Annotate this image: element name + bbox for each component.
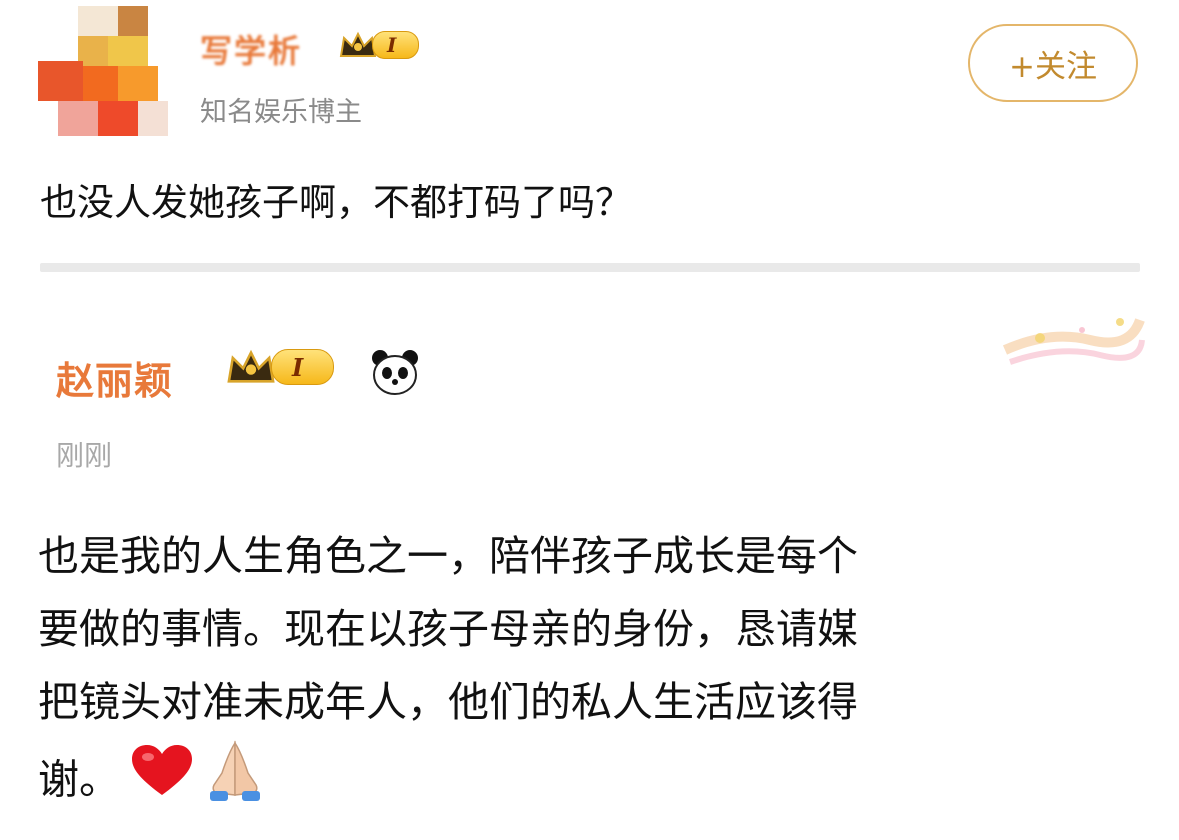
follow-button[interactable]: +关注 bbox=[968, 24, 1138, 102]
panda-icon bbox=[372, 350, 418, 395]
reply-level-badge: I bbox=[271, 349, 335, 385]
post-header: 写学析 I 知名娱乐博主 +关注 bbox=[38, 2, 1148, 137]
reply-text-line: 把镜头对准未成年人，他们的私人生活应该得 bbox=[38, 678, 858, 726]
reply-text-line: 也是我的人生角色之一，陪伴孩子成长是每个 bbox=[38, 532, 858, 580]
reply-text-line-last: 谢。 bbox=[38, 739, 1179, 812]
author-description: 知名娱乐博主 bbox=[200, 97, 362, 128]
level-badge: I bbox=[372, 31, 420, 59]
reply-timestamp: 刚刚 bbox=[56, 439, 113, 472]
divider bbox=[40, 263, 1140, 272]
post-text: 也没人发她孩子啊，不都打码了吗？ bbox=[40, 181, 632, 224]
red-heart-icon bbox=[130, 743, 194, 812]
vip-badge: I bbox=[338, 30, 420, 60]
praying-hands-icon bbox=[204, 739, 266, 812]
reply-author-name[interactable]: 赵丽颖 bbox=[56, 350, 173, 405]
reply-vip-badge: I bbox=[225, 347, 335, 387]
reply-text-line: 要做的事情。现在以孩子母亲的身份，恳请媒 bbox=[38, 605, 858, 653]
decorative-ribbon-icon bbox=[1002, 318, 1145, 365]
author-name[interactable]: 写学析 bbox=[200, 26, 302, 72]
reply-text-line: 谢。 bbox=[38, 755, 120, 804]
avatar[interactable] bbox=[38, 6, 168, 136]
reply-text: 也是我的人生角色之一，陪伴孩子成长是每个 要做的事情。现在以孩子母亲的身份，恳请… bbox=[38, 520, 1179, 812]
crown-icon bbox=[227, 349, 275, 383]
